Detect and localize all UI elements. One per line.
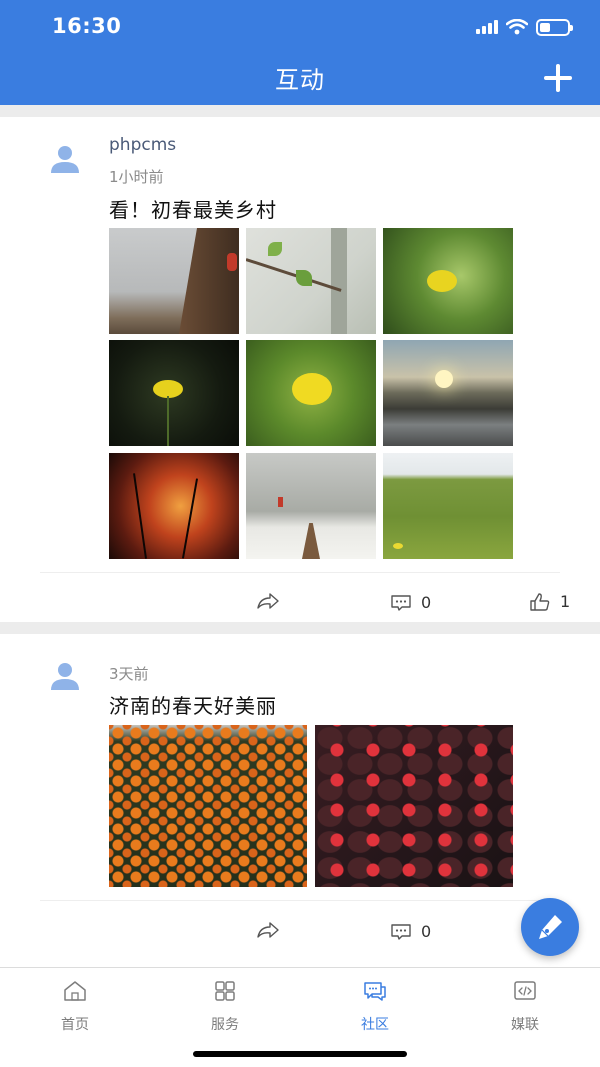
share-button[interactable] (257, 592, 279, 610)
thumbs-up-icon (530, 592, 550, 611)
comment-icon (391, 923, 411, 940)
tab-label: 服务 (211, 1017, 239, 1033)
comment-count: 0 (421, 922, 432, 941)
pen-icon (539, 915, 562, 939)
post-username[interactable]: phpcms (109, 135, 176, 155)
avatar-icon[interactable] (50, 144, 80, 174)
post-image-red-begonias[interactable] (315, 725, 513, 887)
wifi-icon (506, 19, 528, 35)
share-button[interactable] (257, 921, 279, 939)
comment-button[interactable]: 0 (391, 593, 431, 612)
home-icon (64, 981, 86, 1001)
status-icons (476, 17, 573, 37)
add-post-button[interactable] (542, 62, 574, 94)
post-image-rapeseed-closeup[interactable] (383, 228, 513, 334)
share-icon (257, 922, 279, 938)
share-icon (257, 593, 279, 609)
page-title: 互动 (275, 66, 325, 94)
post-image-green-field[interactable] (383, 453, 513, 559)
comment-icon (391, 594, 411, 611)
post-title[interactable]: 看！初春最美乡村 (109, 194, 277, 223)
comment-count: 0 (421, 593, 432, 612)
tab-services[interactable]: 服务 (185, 980, 265, 1034)
code-icon (514, 981, 536, 1000)
post-title[interactable]: 济南的春天好美丽 (109, 690, 277, 719)
post-image-poplar-path[interactable] (246, 453, 376, 559)
post-image-sunset-river[interactable] (383, 340, 513, 446)
tab-label: 社区 (361, 1017, 389, 1033)
post-image-green-buds[interactable] (246, 228, 376, 334)
avatar-icon[interactable] (50, 661, 80, 691)
comment-button[interactable]: 0 (391, 922, 431, 941)
post-image-yellow-flower-dark[interactable] (109, 340, 239, 446)
post-divider (40, 572, 560, 573)
status-time: 16:30 (52, 14, 122, 38)
compose-button[interactable] (521, 898, 579, 956)
like-button[interactable]: 1 (530, 592, 570, 611)
like-count: 1 (560, 592, 571, 611)
tab-community[interactable]: 社区 (335, 980, 415, 1034)
chat-icon (364, 982, 386, 1001)
signal-icon (476, 20, 498, 34)
post-image-marigolds[interactable] (109, 725, 307, 887)
post-image-reeds-sunset[interactable] (109, 453, 239, 559)
post-card[interactable]: 3天前 济南的春天好美丽 0 (0, 634, 600, 967)
battery-icon (536, 18, 573, 36)
post-time: 3天前 (109, 665, 149, 683)
tab-home[interactable]: 首页 (35, 980, 115, 1034)
tab-label: 首页 (61, 1017, 89, 1033)
home-indicator[interactable] (193, 1051, 407, 1057)
grid-icon (215, 981, 235, 1001)
post-image-rapeseed-field[interactable] (246, 340, 376, 446)
tab-label: 媒联 (511, 1017, 539, 1033)
post-divider (40, 900, 560, 901)
tab-media[interactable]: 媒联 (485, 980, 565, 1034)
post-image-birds-archway[interactable] (109, 228, 239, 334)
post-time: 1小时前 (109, 168, 164, 186)
post-card[interactable]: phpcms 1小时前 看！初春最美乡村 0 1 (0, 117, 600, 622)
app-header: 16:30 互动 (0, 0, 600, 105)
